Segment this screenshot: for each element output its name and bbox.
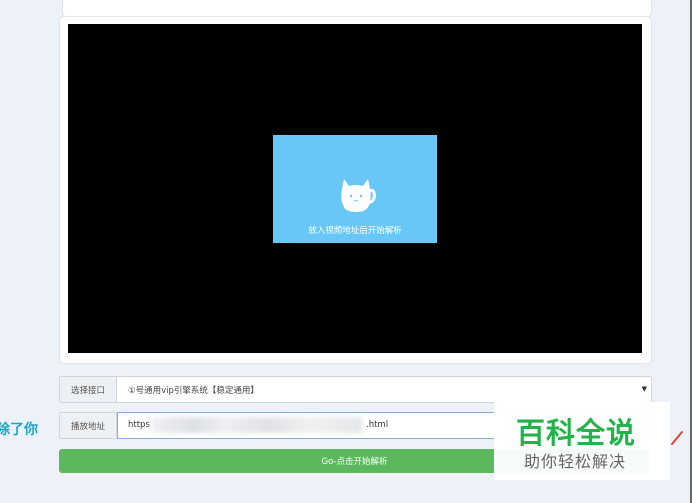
left-fragment-text: 除了你	[0, 422, 38, 438]
watermark-title: 百科全说	[516, 416, 637, 450]
url-label: 播放地址	[60, 413, 117, 438]
dropdown-arrow-icon: ▼	[641, 385, 647, 393]
video-placeholder: 放入视频地址后开始解析	[273, 135, 437, 243]
interface-label: 选择接口	[60, 377, 117, 402]
interface-selected: ①号通用vip引擎系统【稳定通用】	[128, 385, 259, 396]
interface-select[interactable]: 选择接口 ①号通用vip引擎系统【稳定通用】 ▼	[59, 376, 652, 403]
placeholder-text: 放入视频地址后开始解析	[308, 226, 402, 236]
cat-icon	[341, 179, 376, 212]
url-blurred-segment	[152, 417, 362, 433]
watermark-subtitle: 助你轻松解决	[524, 452, 627, 471]
url-value-start: https	[128, 420, 150, 430]
brand-mark-icon	[671, 431, 683, 445]
watermark-logo: 百科全说 助你轻松解决	[494, 402, 670, 480]
url-value-end: .html	[366, 420, 389, 430]
